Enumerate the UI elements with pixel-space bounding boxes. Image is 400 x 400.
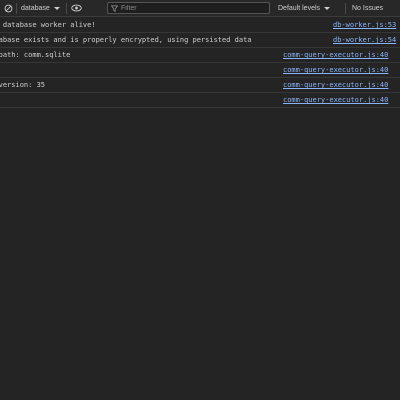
console-source-link[interactable]: comm-query-executor.js:40 (283, 93, 388, 107)
context-selector[interactable]: database (21, 0, 60, 17)
issues-label: No Issues (352, 5, 384, 12)
console-toolbar: database Default levels No Issues (0, 0, 400, 17)
console-message-row: comm-query-executor.js:40 (0, 63, 400, 78)
toolbar-divider (345, 3, 346, 14)
log-levels-dropdown[interactable]: Default levels (278, 0, 331, 17)
filter-field[interactable] (107, 2, 270, 14)
chevron-down-icon (324, 7, 331, 10)
console-message-row: Database exists and is properly encrypte… (0, 33, 400, 48)
console-message-row: DB version: 35 comm-query-executor.js:40 (0, 78, 400, 93)
console-message-text: Web database worker alive! (0, 21, 96, 29)
console-messages: Web database worker alive! db-worker.js:… (0, 18, 400, 108)
toolbar-divider (16, 2, 17, 14)
console-message-text: DB version: 35 (0, 81, 46, 89)
console-message-text: Database exists and is properly encrypte… (0, 36, 252, 44)
console-source-link[interactable]: db-worker.js:53 (333, 18, 396, 32)
console-source-link[interactable]: comm-query-executor.js:40 (283, 48, 388, 62)
console-source-link[interactable]: db-worker.js:54 (333, 33, 396, 47)
console-message-row: Web database worker alive! db-worker.js:… (0, 18, 400, 33)
filter-icon (111, 5, 118, 12)
context-selector-label: database (21, 4, 50, 12)
console-message-row: DB path: comm.sqlite comm-query-executor… (0, 48, 400, 63)
filter-input[interactable] (118, 4, 261, 12)
issues-counter[interactable]: No Issues (352, 0, 383, 17)
console-message-text: DB path: comm.sqlite (0, 51, 71, 59)
console-source-link[interactable]: comm-query-executor.js:40 (283, 78, 388, 92)
clear-console-icon[interactable] (0, 0, 16, 17)
console-source-link[interactable]: comm-query-executor.js:40 (283, 63, 388, 77)
log-levels-label: Default levels (278, 5, 321, 12)
chevron-down-icon (53, 6, 60, 10)
live-expression-eye-icon[interactable] (67, 0, 87, 17)
console-message-row: comm-query-executor.js:40 (0, 93, 400, 108)
